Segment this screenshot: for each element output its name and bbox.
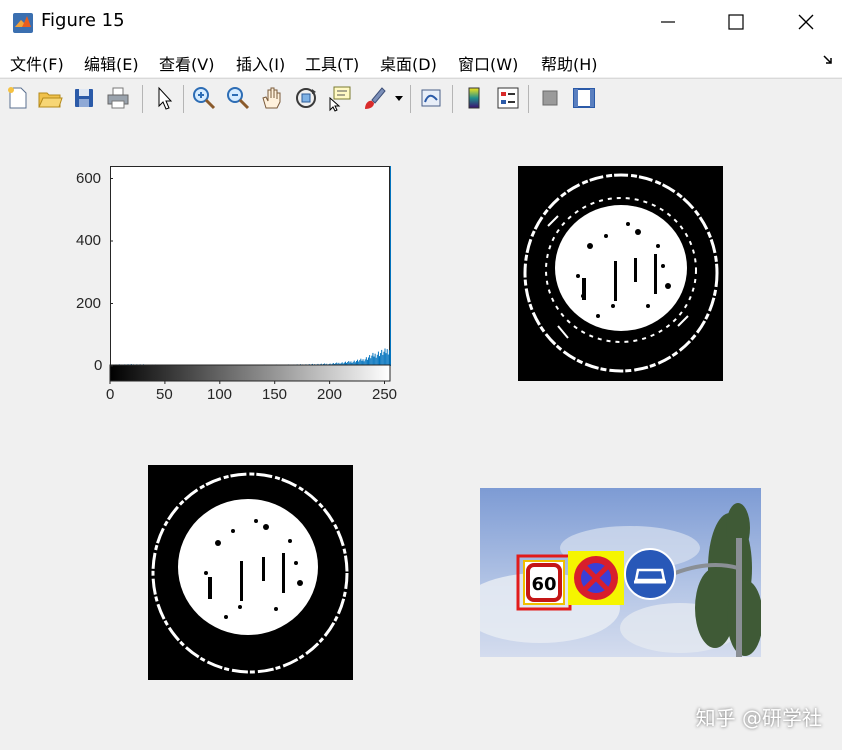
speed-limit-text: 60	[531, 574, 556, 595]
histogram-bar	[386, 349, 388, 366]
histogram-bar	[371, 355, 373, 366]
histogram-bar	[374, 353, 376, 366]
x-tick-label: 250	[372, 386, 398, 403]
histogram-bar	[376, 354, 378, 366]
histogram-bar	[380, 353, 382, 366]
x-tick-label: 0	[106, 386, 115, 403]
binary-sign-image-1[interactable]	[518, 166, 723, 381]
x-tick-label: 150	[262, 386, 288, 403]
histogram-bar	[382, 354, 384, 366]
histogram-bar	[384, 348, 386, 366]
histogram-bar	[369, 355, 371, 366]
histogram-bar	[372, 352, 374, 366]
histogram-bar	[387, 354, 389, 366]
x-tick-label: 50	[156, 386, 173, 403]
histogram-bar	[388, 350, 390, 366]
histogram-bar	[390, 166, 391, 366]
y-tick-label: 200	[76, 295, 102, 312]
watermark-text: 知乎 @研学社	[695, 706, 822, 730]
histogram-bar	[381, 349, 383, 366]
y-tick-label: 400	[76, 232, 102, 249]
y-tick-label: 0	[94, 357, 103, 374]
scene-image[interactable]: 60	[480, 488, 761, 657]
grayscale-colorbar	[109, 364, 391, 382]
histogram-bar	[377, 351, 379, 366]
histogram-bar	[385, 353, 387, 366]
y-tick-label: 600	[76, 170, 102, 187]
x-tick-label: 200	[317, 386, 343, 403]
x-tick-label: 100	[207, 386, 233, 403]
binary-sign-image-2[interactable]	[148, 465, 353, 680]
histogram-bar	[383, 351, 385, 366]
